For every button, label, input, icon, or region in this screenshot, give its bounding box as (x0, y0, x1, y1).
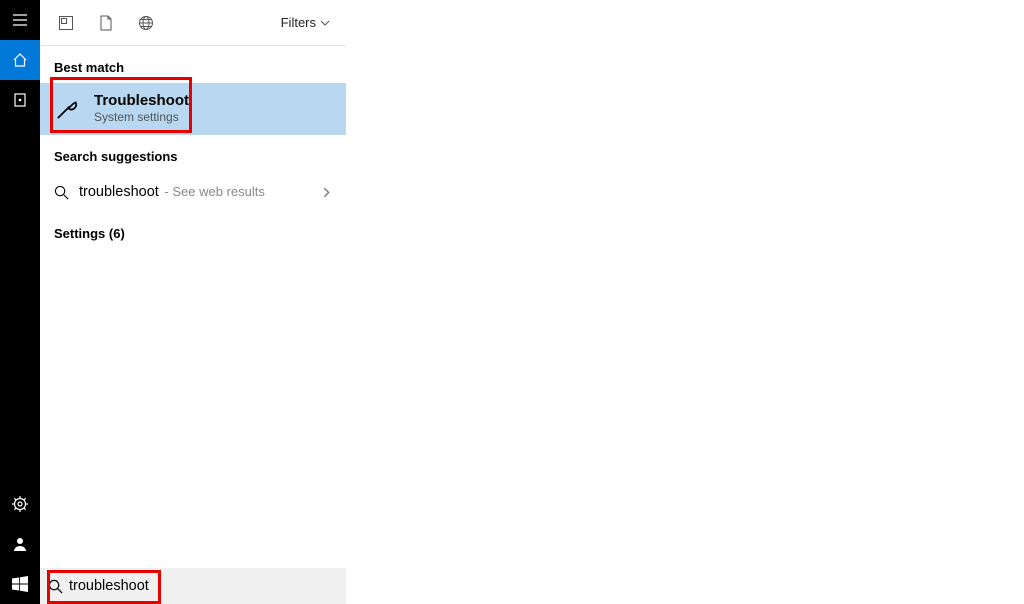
top-apps-button[interactable] (46, 3, 86, 43)
apps-icon (58, 15, 74, 31)
home-button[interactable] (0, 40, 40, 80)
search-icon (54, 185, 69, 200)
chevron-down-icon (320, 18, 330, 28)
cortana-search-panel: Filters Best match Troubleshoot System s… (0, 0, 1024, 604)
windows-start-icon (12, 576, 28, 592)
chevron-right-icon (321, 187, 332, 198)
best-match-heading: Best match (40, 46, 1024, 83)
best-match-title: Troubleshoot (94, 92, 189, 110)
suggestion-extra: - See web results (161, 184, 265, 199)
user-icon (12, 536, 28, 552)
left-rail (0, 0, 40, 604)
notebook-button[interactable] (0, 80, 40, 120)
menu-button[interactable] (0, 0, 40, 40)
settings-heading: Settings (6) (40, 212, 1024, 249)
notebook-icon (12, 92, 28, 108)
web-suggestion-row[interactable]: troubleshoot - See web results (40, 172, 346, 212)
top-documents-button[interactable] (86, 3, 126, 43)
user-button[interactable] (0, 524, 40, 564)
filters-label: Filters (281, 15, 316, 30)
gear-icon (12, 496, 28, 512)
suggestion-term: troubleshoot (79, 184, 159, 200)
settings-button[interactable] (0, 484, 40, 524)
best-match-subtitle: System settings (94, 110, 189, 126)
top-bar: Filters (40, 0, 346, 46)
menu-icon (12, 12, 28, 28)
top-web-button[interactable] (126, 3, 166, 43)
search-icon (48, 579, 63, 594)
wrench-icon (54, 96, 86, 122)
search-bar[interactable] (40, 568, 346, 604)
globe-icon (138, 15, 154, 31)
best-match-result[interactable]: Troubleshoot System settings (40, 83, 346, 135)
results-content: Best match Troubleshoot System settings … (40, 46, 1024, 604)
document-icon (99, 15, 113, 31)
home-icon (12, 52, 28, 68)
suggestions-heading: Search suggestions (40, 135, 1024, 172)
search-input[interactable] (69, 578, 338, 594)
results-area: Filters Best match Troubleshoot System s… (40, 0, 1024, 604)
start-button[interactable] (0, 564, 40, 604)
filters-dropdown[interactable]: Filters (281, 15, 340, 30)
